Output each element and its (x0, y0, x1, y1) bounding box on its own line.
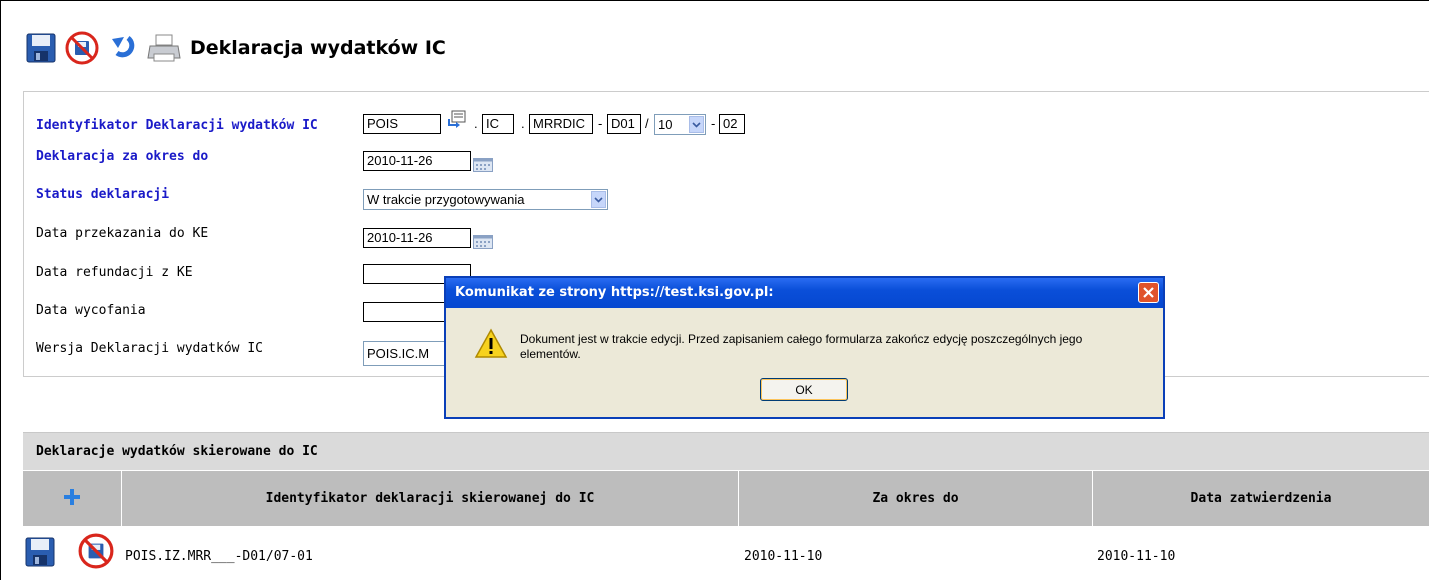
withdraw-date-label: Data wycofania (36, 303, 146, 318)
version-label: Wersja Deklaracji wydatków IC (36, 341, 263, 356)
identifier-part6-field[interactable]: 02 (719, 114, 745, 134)
pick-identifier-icon[interactable] (447, 110, 467, 132)
toolbar: Deklaracja wydatków IC (24, 30, 446, 66)
undo-icon[interactable] (106, 31, 140, 65)
month-select[interactable]: 10 (654, 114, 706, 135)
calendar-icon[interactable] (473, 157, 493, 172)
cancel-icon[interactable] (78, 533, 114, 573)
add-row-header (23, 470, 122, 526)
chevron-down-icon[interactable] (591, 191, 606, 208)
save-icon[interactable] (24, 31, 58, 65)
calendar-icon[interactable] (473, 234, 493, 249)
identifier-label: Identyfikator Deklaracji wydatków IC (36, 118, 318, 133)
column-header-period-to[interactable]: Za okres do (739, 470, 1093, 526)
identifier-separator: / (645, 116, 649, 131)
dialog-title: Komunikat ze strony https://test.ksi.gov… (446, 278, 1163, 308)
identifier-part1-field[interactable]: POIS (363, 114, 441, 134)
warning-icon (474, 328, 508, 360)
status-label: Status deklaracji (36, 187, 170, 202)
row-identifier: POIS.IZ.MRR___-D01/07-01 (125, 549, 313, 564)
status-select-value: W trakcie przygotowywania (367, 192, 525, 207)
row-approval-date: 2010-11-10 (1097, 549, 1176, 564)
ok-button[interactable]: OK (760, 378, 848, 401)
column-header-approval-date[interactable]: Data zatwierdzenia (1093, 470, 1429, 526)
identifier-part3-field[interactable]: MRRDIC (529, 114, 593, 134)
identifier-separator: - (598, 116, 603, 131)
period-to-field[interactable]: 2010-11-26 (363, 151, 471, 171)
column-header-identifier[interactable]: Identyfikator deklaracji skierowanej do … (122, 470, 739, 526)
cancel-icon[interactable] (65, 31, 99, 65)
chevron-down-icon[interactable] (689, 116, 704, 133)
identifier-separator: - (711, 116, 716, 131)
save-icon[interactable] (24, 536, 56, 572)
identifier-part2-field[interactable]: IC (482, 114, 514, 134)
row-period-to: 2010-11-10 (744, 549, 823, 564)
add-icon[interactable] (63, 488, 81, 510)
refund-date-label: Data refundacji z KE (36, 265, 193, 280)
identifier-separator: . (521, 116, 525, 131)
close-icon[interactable] (1138, 282, 1159, 303)
transfer-date-field[interactable]: 2010-11-26 (363, 228, 471, 248)
grid-header: Deklaracje wydatków skierowane do IC (23, 432, 1429, 470)
identifier-separator: . (474, 116, 478, 131)
alert-dialog: Komunikat ze strony https://test.ksi.gov… (444, 276, 1165, 419)
period-to-label: Deklaracja za okres do (36, 149, 209, 164)
dialog-message: Dokument jest w trakcie edycji. Przed za… (520, 332, 1083, 361)
month-select-value: 10 (658, 117, 673, 132)
page-title: Deklaracja wydatków IC (190, 37, 446, 59)
print-icon[interactable] (147, 31, 181, 65)
grid-title: Deklaracje wydatków skierowane do IC (36, 444, 318, 459)
identifier-part4-field[interactable]: D01 (607, 114, 641, 134)
status-select[interactable]: W trakcie przygotowywania (363, 189, 608, 210)
transfer-date-label: Data przekazania do KE (36, 226, 209, 241)
